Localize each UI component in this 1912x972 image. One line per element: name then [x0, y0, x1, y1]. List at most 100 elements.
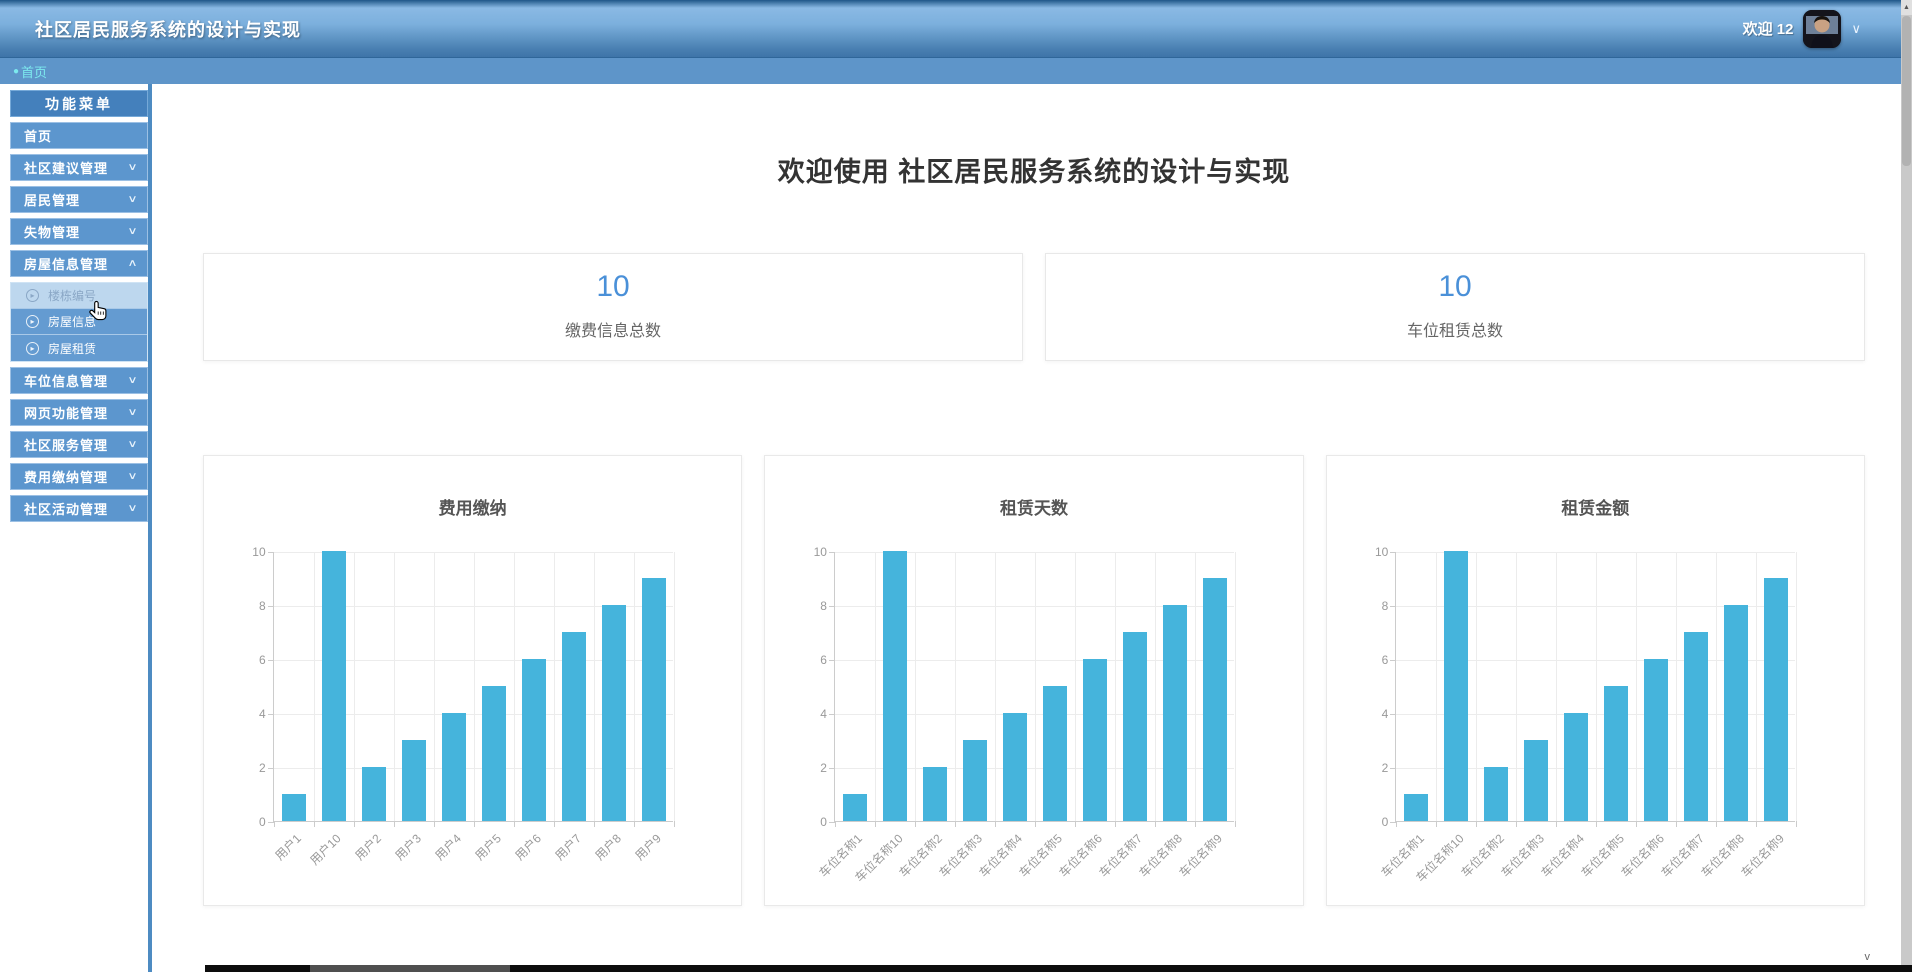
x-axis-tick [474, 821, 475, 827]
chart-card: 租赁金额 0246810车位名称1车位名称10车位名称2车位名称3车位名称4车位名… [1326, 455, 1865, 906]
sidebar-item-车位信息管理[interactable]: 车位信息管理∨ [10, 367, 148, 394]
chart-card: 费用缴纳 0246810用户1用户10用户2用户3用户4用户5用户6用户7用户8用… [203, 455, 742, 906]
chevron-up-icon: ∧ [127, 258, 139, 269]
breadcrumb-home-link[interactable]: 首页 [21, 62, 47, 81]
chevron-down-icon: ∨ [127, 439, 139, 450]
chart-plot: 0246810用户1用户10用户2用户3用户4用户5用户6用户7用户8用户9 [273, 552, 673, 822]
x-axis-tick [1636, 821, 1637, 827]
main-panel: 欢迎使用 社区居民服务系统的设计与实现 10缴费信息总数10车位租赁总数 费用缴… [155, 84, 1901, 972]
sidebar-item-居民管理[interactable]: 居民管理∨ [10, 186, 148, 213]
bottom-strip [205, 965, 1912, 972]
sidebar-item-社区活动管理[interactable]: 社区活动管理 ∨ [10, 495, 148, 522]
scrollbar-thumb[interactable] [1902, 16, 1911, 166]
vertical-scrollbar[interactable]: ▲ [1901, 0, 1912, 972]
x-axis-tick [554, 821, 555, 827]
sidebar-item-费用缴纳管理[interactable]: 费用缴纳管理∨ [10, 463, 148, 490]
x-axis-tick [915, 821, 916, 827]
x-axis-label: 车位名称3 [935, 830, 986, 881]
y-axis-tick [829, 768, 835, 769]
y-axis-tick [268, 552, 274, 553]
chart-bar [883, 551, 907, 821]
x-axis-label: 车位名称7 [1095, 830, 1146, 881]
x-axis-tick [1516, 821, 1517, 827]
sidebar-item-label: 社区建议管理 [24, 158, 108, 177]
gridline-vertical [1596, 552, 1597, 821]
chart-plot: 0246810车位名称1车位名称10车位名称2车位名称3车位名称4车位名称5车位… [1395, 552, 1795, 822]
chart-bar [282, 794, 306, 821]
chart-title: 租赁金额 [1327, 494, 1864, 519]
sidebar-item-label: 社区活动管理 [24, 499, 108, 518]
x-axis-tick [1716, 821, 1717, 827]
header-user-area: 欢迎 12 ∨ [1743, 10, 1861, 48]
sidebar-item-label: 房屋信息管理 [24, 254, 108, 273]
y-axis-tick [829, 660, 835, 661]
y-axis-label: 2 [795, 761, 827, 775]
y-axis-label: 4 [234, 707, 266, 721]
y-axis-label: 2 [234, 761, 266, 775]
sidebar-subitem-楼栋编号[interactable]: ▸楼栋编号 [11, 283, 147, 309]
content-area: 功能菜单 首页社区建议管理∨居民管理∨失物管理∨房屋信息管理∧▸楼栋编号▸房屋信… [0, 84, 1901, 972]
sidebar-subitem-房屋租赁[interactable]: ▸房屋租赁 [11, 335, 147, 361]
chart-title: 租赁天数 [765, 494, 1302, 519]
sidebar-item-label: 居民管理 [24, 190, 80, 209]
sidebar-item-失物管理[interactable]: 失物管理∨ [10, 218, 148, 245]
user-avatar[interactable] [1803, 10, 1841, 48]
chart-bar [602, 605, 626, 821]
gridline-vertical [394, 552, 395, 821]
chevron-down-icon: ∨ [127, 162, 139, 173]
y-axis-label: 0 [234, 815, 266, 829]
x-axis-tick [1035, 821, 1036, 827]
x-axis-tick [594, 821, 595, 827]
x-axis-label: 用户10 [306, 830, 344, 868]
x-axis-label: 车位名称5 [1015, 830, 1066, 881]
function-menu: 功能菜单 首页社区建议管理∨居民管理∨失物管理∨房屋信息管理∧▸楼栋编号▸房屋信… [10, 90, 148, 522]
gridline-vertical [474, 552, 475, 821]
gridline-vertical [1155, 552, 1156, 821]
gridline-vertical [1796, 552, 1797, 821]
chart-bar [562, 632, 586, 821]
chart-title: 费用缴纳 [204, 494, 741, 519]
sidebar-item-网页功能管理[interactable]: 网页功能管理∨ [10, 399, 148, 426]
sidebar-item-首页[interactable]: 首页 [10, 122, 148, 149]
sidebar-subitem-房屋信息[interactable]: ▸房屋信息 [11, 309, 147, 335]
chevron-down-icon: ∨ [127, 503, 139, 514]
chart-bar [1123, 632, 1147, 821]
stat-card: 10缴费信息总数 [203, 253, 1023, 361]
x-axis-label: 用户3 [391, 830, 425, 864]
chart-bar [843, 794, 867, 821]
y-axis-label: 4 [795, 707, 827, 721]
stat-card-row: 10缴费信息总数10车位租赁总数 [203, 253, 1865, 361]
page-title: 欢迎使用 社区居民服务系统的设计与实现 [203, 150, 1865, 189]
y-axis-label: 8 [795, 599, 827, 613]
x-axis-label: 用户1 [271, 830, 305, 864]
sidebar-item-房屋信息管理[interactable]: 房屋信息管理 ∧ [10, 250, 148, 277]
chart-bar [322, 551, 346, 821]
gridline-vertical [915, 552, 916, 821]
y-axis-label: 0 [1356, 815, 1388, 829]
y-axis-label: 10 [1356, 545, 1388, 559]
sidebar-item-label: 首页 [24, 126, 52, 145]
x-axis-label: 用户7 [551, 830, 585, 864]
scroll-up-arrow-icon[interactable]: ▲ [1901, 0, 1912, 15]
stat-value: 10 [204, 270, 1022, 304]
sidebar-item-社区建议管理[interactable]: 社区建议管理 ∨ [10, 154, 148, 181]
user-menu-chevron-down-icon[interactable]: ∨ [1851, 21, 1861, 37]
y-axis-label: 2 [1356, 761, 1388, 775]
x-axis-tick [1596, 821, 1597, 827]
x-axis-tick [995, 821, 996, 827]
chart-bar [1043, 686, 1067, 821]
x-axis-tick [875, 821, 876, 827]
gridline-vertical [554, 552, 555, 821]
gridline-vertical [1195, 552, 1196, 821]
gridline-vertical [1115, 552, 1116, 821]
sidebar-item-label: 失物管理 [24, 222, 80, 241]
x-axis-tick [955, 821, 956, 827]
sidebar-subitem-label: 房屋租赁 [48, 340, 96, 357]
chart-bar [1203, 578, 1227, 821]
sidebar-item-label: 车位信息管理 [24, 371, 108, 390]
x-axis-tick [1676, 821, 1677, 827]
chart-plot: 0246810车位名称1车位名称10车位名称2车位名称3车位名称4车位名称5车位… [834, 552, 1234, 822]
y-axis-tick [1390, 606, 1396, 607]
sidebar-item-社区服务管理[interactable]: 社区服务管理∨ [10, 431, 148, 458]
x-axis-tick [314, 821, 315, 827]
